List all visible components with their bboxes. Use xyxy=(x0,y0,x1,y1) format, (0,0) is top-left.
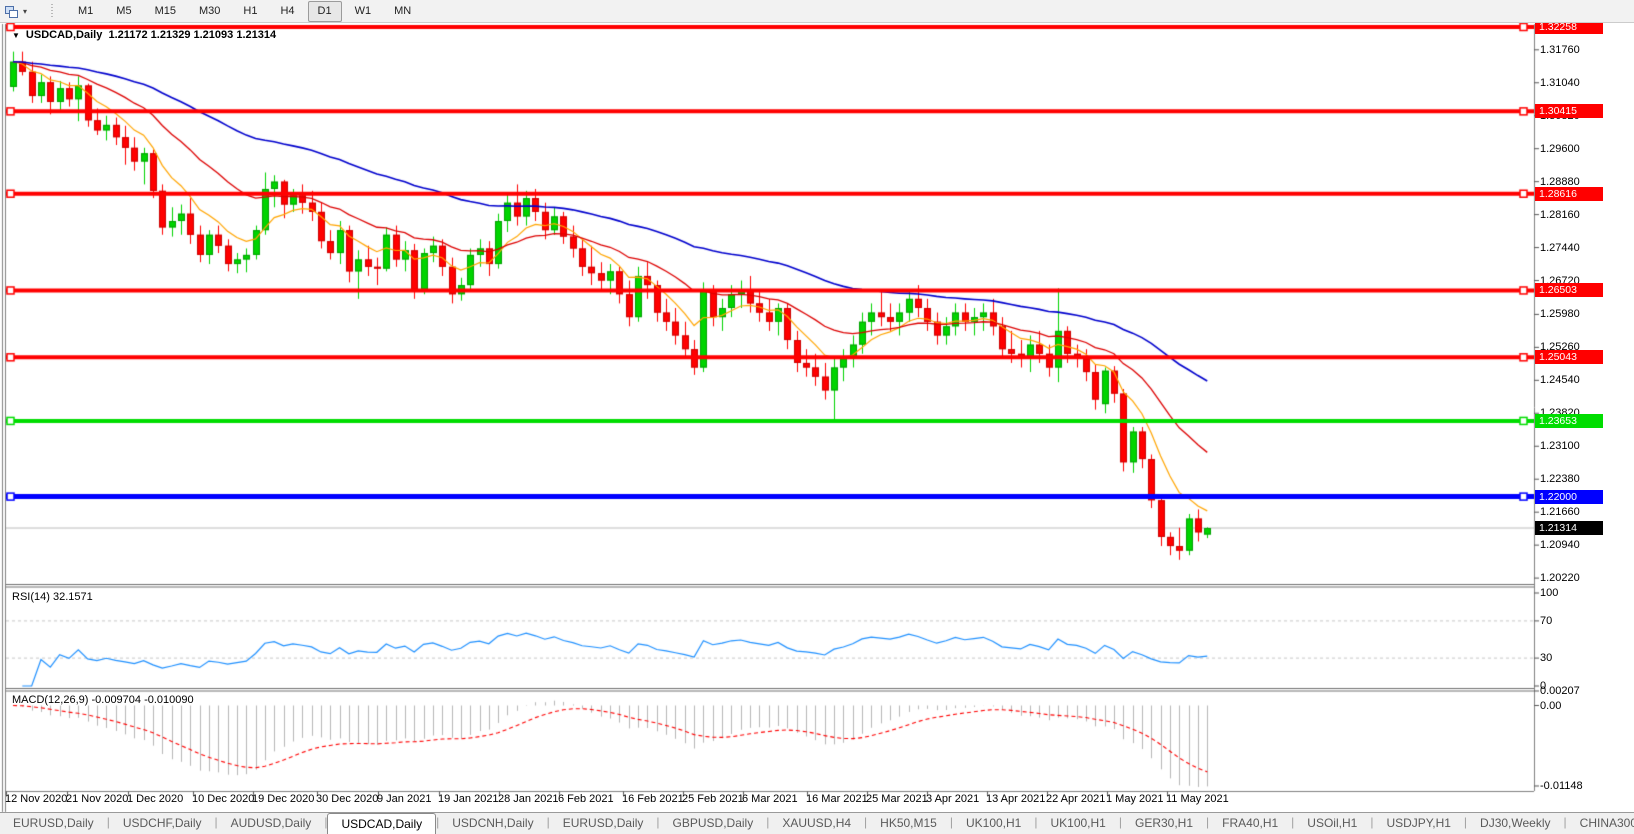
tab-xauusd-h4[interactable]: XAUUSD,H4 xyxy=(769,813,864,834)
tab-eurusd-daily[interactable]: EURUSD,Daily xyxy=(0,813,107,834)
ohlc-high: 1.21329 xyxy=(150,29,191,41)
macd-main-value: -0.009704 xyxy=(91,694,142,706)
price-axis-tick: 1.27440 xyxy=(1540,241,1580,254)
ohlc-low: 1.21093 xyxy=(193,29,234,41)
tab-uk100-h1[interactable]: UK100,H1 xyxy=(1037,813,1118,834)
level-price-badge: 1.28616 xyxy=(1535,186,1603,201)
date-axis-label: 21 Nov 2020 xyxy=(66,793,129,805)
macd-axis-tick: -0.01148 xyxy=(1540,779,1583,792)
toolbar-grip-handle[interactable] xyxy=(51,3,59,19)
timeframe-button-group: M1 M5 M15 M30 H1 H4 D1 W1 MN xyxy=(68,0,424,22)
rsi-axis-tick: 100 xyxy=(1540,587,1559,599)
timeframe-button-m15[interactable]: M15 xyxy=(145,1,186,22)
price-chart-canvas[interactable] xyxy=(0,0,1634,834)
tab-eurusd-daily[interactable]: EURUSD,Daily xyxy=(550,813,657,834)
price-axis-tick: 1.29600 xyxy=(1540,142,1580,155)
level-price-badge: 1.22000 xyxy=(1535,489,1603,504)
macd-signal-value: -0.010090 xyxy=(144,694,194,706)
ohlc-close: 1.21314 xyxy=(236,29,277,41)
date-axis-label: 19 Jan 2021 xyxy=(438,793,499,805)
date-axis-label: 9 Jan 2021 xyxy=(377,793,432,805)
chart-tab-bar: EURUSD,Daily | USDCHF,Daily | AUDUSD,Daily | U… xyxy=(0,812,1634,834)
charts-cascade-icon[interactable] xyxy=(4,4,21,19)
rsi-axis-tick: 70 xyxy=(1540,614,1553,627)
date-axis-label: 25 Feb 2021 xyxy=(682,793,744,805)
tab-audusd-daily[interactable]: AUDUSD,Daily xyxy=(218,813,325,834)
price-axis-tick: 1.20940 xyxy=(1540,539,1580,552)
date-axis-label: 16 Feb 2021 xyxy=(622,793,684,805)
tab-china300-h1[interactable]: CHINA300,H1 xyxy=(1567,813,1634,834)
tab-usdjpy-h1[interactable]: USDJPY,H1 xyxy=(1373,813,1463,834)
level-price-badge: 1.26503 xyxy=(1535,283,1603,298)
date-axis-label: 19 Dec 2020 xyxy=(252,793,315,805)
timeframe-button-h4[interactable]: H4 xyxy=(270,1,304,22)
level-price-badge: 1.23653 xyxy=(1535,413,1603,428)
macd-indicator-label: MACD(12,26,9) -0.009704 -0.010090 xyxy=(12,694,194,706)
level-price-badge: 1.25043 xyxy=(1535,350,1603,365)
price-axis-tick: 1.31040 xyxy=(1540,76,1580,89)
tab-usdcnh-daily[interactable]: USDCNH,Daily xyxy=(439,813,546,834)
date-axis-label: 6 Mar 2021 xyxy=(742,793,798,805)
price-axis-tick: 1.31760 xyxy=(1540,43,1580,56)
price-axis-tick: 1.28160 xyxy=(1540,208,1580,221)
rsi-indicator-label: RSI(14) 32.1571 xyxy=(12,591,93,603)
tab-gbpusd-daily[interactable]: GBPUSD,Daily xyxy=(660,813,767,834)
date-axis-label: 1 Dec 2020 xyxy=(127,793,184,805)
tab-usdcad-daily-active[interactable]: USDCAD,Daily xyxy=(327,813,437,834)
tab-ger30-h1[interactable]: GER30,H1 xyxy=(1122,813,1206,834)
macd-axis-tick: 0.00 xyxy=(1540,699,1562,712)
date-axis-label: 13 Apr 2021 xyxy=(986,793,1046,805)
rsi-value: 32.1571 xyxy=(52,591,93,603)
price-axis-tick: 1.22380 xyxy=(1540,473,1580,486)
tab-dj30-weekly[interactable]: DJ30,Weekly xyxy=(1467,813,1563,834)
price-axis-tick: 1.23100 xyxy=(1540,440,1580,453)
timeframe-button-m5[interactable]: M5 xyxy=(106,1,141,22)
tab-usdchf-daily[interactable]: USDCHF,Daily xyxy=(110,813,215,834)
tab-fra40-h1[interactable]: FRA40,H1 xyxy=(1209,813,1291,834)
symbol-dropdown-icon[interactable]: ▼ xyxy=(12,31,20,40)
timeframe-button-mn[interactable]: MN xyxy=(384,1,421,22)
date-axis-label: 10 Dec 2020 xyxy=(192,793,255,805)
timeframe-button-m1[interactable]: M1 xyxy=(68,1,103,22)
current-price-badge: 1.21314 xyxy=(1535,521,1603,536)
chart-symbol-label: USDCAD,Daily xyxy=(25,29,103,41)
date-axis-label: 22 Apr 2021 xyxy=(1046,793,1106,805)
ohlc-open: 1.21172 xyxy=(108,29,148,41)
date-axis-label: 11 May 2021 xyxy=(1166,793,1229,805)
level-price-badge: 1.30415 xyxy=(1535,104,1603,119)
tab-hk50-m15[interactable]: HK50,M15 xyxy=(867,813,950,834)
macd-axis-tick: 0.00207 xyxy=(1540,684,1580,697)
price-axis-tick: 1.24540 xyxy=(1540,374,1580,387)
date-axis-label: 25 Mar 2021 xyxy=(866,793,928,805)
rsi-axis-tick: 30 xyxy=(1540,652,1553,665)
tab-uk100-h1[interactable]: UK100,H1 xyxy=(953,813,1034,834)
tab-usoil-h1[interactable]: USOil,H1 xyxy=(1294,813,1370,834)
date-axis-label: 16 Mar 2021 xyxy=(806,793,868,805)
date-axis-label: 28 Jan 2021 xyxy=(498,793,559,805)
timeframe-button-w1[interactable]: W1 xyxy=(345,1,382,22)
timeframe-button-h1[interactable]: H1 xyxy=(233,1,267,22)
date-axis-label: 6 Feb 2021 xyxy=(558,793,614,805)
top-toolbar: ▾ M1 M5 M15 M30 H1 H4 D1 W1 MN xyxy=(0,0,1634,23)
date-axis-label: 12 Nov 2020 xyxy=(5,793,68,805)
chart-title: ▼ USDCAD,Daily 1.21172 1.21329 1.21093 1.… xyxy=(12,29,276,41)
timeframe-button-d1[interactable]: D1 xyxy=(307,0,342,22)
price-axis-tick: 1.21660 xyxy=(1540,506,1580,519)
charts-dropdown-caret-icon[interactable]: ▾ xyxy=(23,7,27,16)
date-axis-label: 3 Apr 2021 xyxy=(926,793,980,805)
date-axis-label: 1 May 2021 xyxy=(1106,793,1164,805)
timeframe-button-m30[interactable]: M30 xyxy=(189,1,230,22)
trading-platform-window: ▾ M1 M5 M15 M30 H1 H4 D1 W1 MN ▼ USDCAD,Daily 1.2… xyxy=(0,0,1634,834)
price-axis-tick: 1.20220 xyxy=(1540,572,1580,585)
date-axis-label: 30 Dec 2020 xyxy=(316,793,379,805)
price-axis-tick: 1.25980 xyxy=(1540,308,1580,321)
